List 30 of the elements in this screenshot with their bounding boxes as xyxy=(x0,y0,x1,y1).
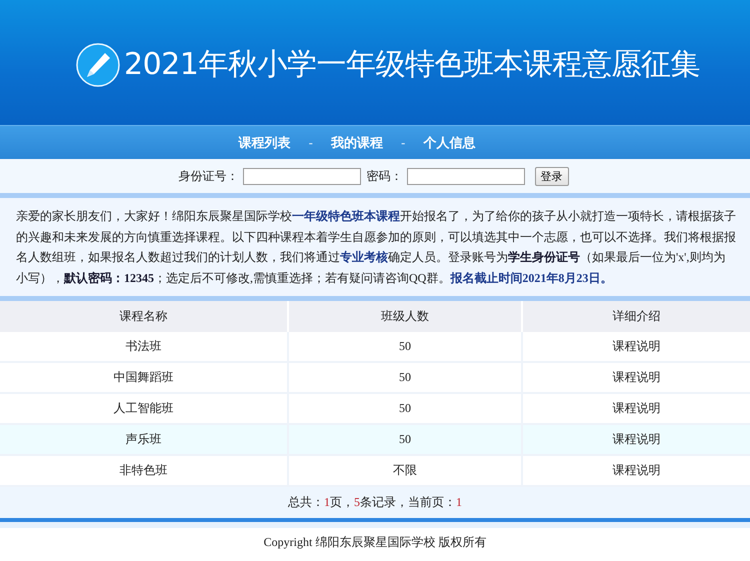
id-input[interactable] xyxy=(242,168,360,184)
table-cell: 不限 xyxy=(288,455,522,486)
column-header: 详细介绍 xyxy=(522,301,750,332)
nav-separator: - xyxy=(401,136,406,150)
table-cell: 50 xyxy=(288,393,522,424)
page-title: 2021年秋小学一年级特色班本课程意愿征集 xyxy=(124,46,700,84)
id-label: 身份证号： xyxy=(178,168,238,184)
table-cell: 50 xyxy=(288,332,522,362)
table-cell: 人工智能班 xyxy=(0,393,288,424)
notice-paragraph: 亲爱的家长朋友们，大家好！绵阳东辰聚星国际学校一年级特色班本课程开始报名了，为了给你的孩子从小就打造一项特长，请根据孩子的兴趣和未来发展的方向慎重选择课程。以下四种课程本着学生自愿参加的原则，可以填选其中一个志愿，也可以不选择。我们将根据报名人数组班，如果报名人数超过我们的计划人数，我们将通过专业考核确定人员。登录账号为学生身份证号（如果最后一位为'x',则均为小写），默认密码：12345；选定后不可修改,需慎重选择；若有疑问请咨询QQ群。报名截止时间2021年8月23日。 xyxy=(16,208,736,286)
detail-link[interactable]: 课程说明 xyxy=(612,370,660,384)
pen-icon xyxy=(76,42,120,86)
password-input[interactable] xyxy=(406,168,524,184)
table-cell: 非特色班 xyxy=(0,455,288,486)
detail-link[interactable]: 课程说明 xyxy=(612,401,660,415)
table-cell: 声乐班 xyxy=(0,424,288,455)
login-button[interactable]: 登录 xyxy=(534,166,568,186)
password-label: 密码： xyxy=(366,168,402,184)
copyright-text: Copyright 绵阳东辰聚星国际学校 版权所有 xyxy=(264,535,486,549)
detail-link[interactable]: 课程说明 xyxy=(612,339,660,353)
table-cell: 50 xyxy=(288,362,522,393)
table-cell: 中国舞蹈班 xyxy=(0,362,288,393)
detail-link[interactable]: 课程说明 xyxy=(612,463,660,477)
column-header: 课程名称 xyxy=(0,301,288,332)
table-cell: 50 xyxy=(288,424,522,455)
column-header: 班级人数 xyxy=(288,301,522,332)
table-cell: 书法班 xyxy=(0,332,288,362)
pager-text: 总共：1页，5条记录，当前页：1 xyxy=(288,494,462,511)
detail-link[interactable]: 课程说明 xyxy=(612,432,660,446)
nav-separator: - xyxy=(308,136,313,150)
